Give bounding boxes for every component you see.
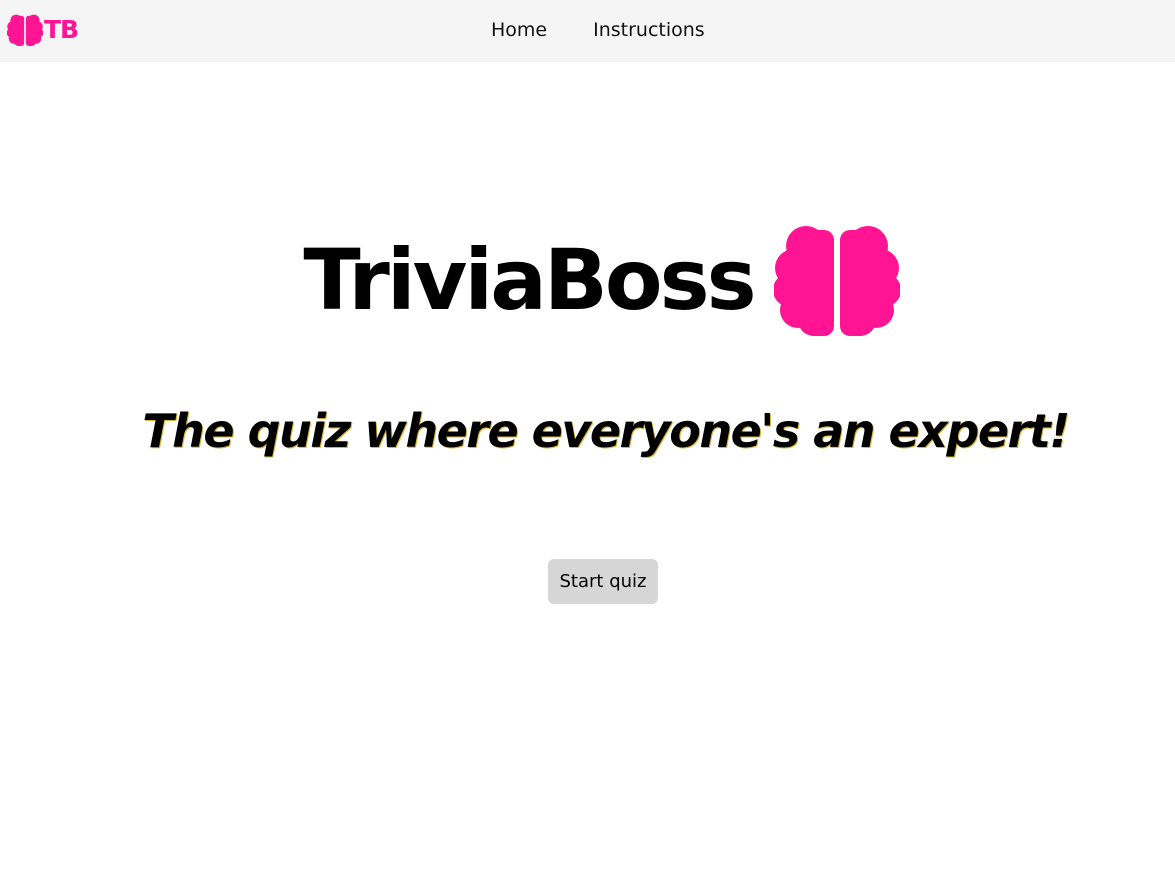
brain-icon — [7, 14, 43, 46]
logo-link[interactable]: TB — [7, 13, 79, 47]
hero: TriviaBoss — [0, 222, 1175, 338]
tagline: The quiz where everyone's an expert! — [142, 404, 1070, 458]
start-quiz-button[interactable]: Start quiz — [548, 559, 658, 604]
nav-home-link[interactable]: Home — [491, 17, 547, 43]
page-title: TriviaBoss — [303, 231, 756, 329]
logo-text: TB — [44, 15, 79, 44]
brain-icon — [773, 226, 900, 336]
navbar: TB Home Instructions — [0, 0, 1175, 62]
nav-links: Home Instructions — [491, 17, 705, 43]
nav-instructions-link[interactable]: Instructions — [593, 17, 705, 43]
